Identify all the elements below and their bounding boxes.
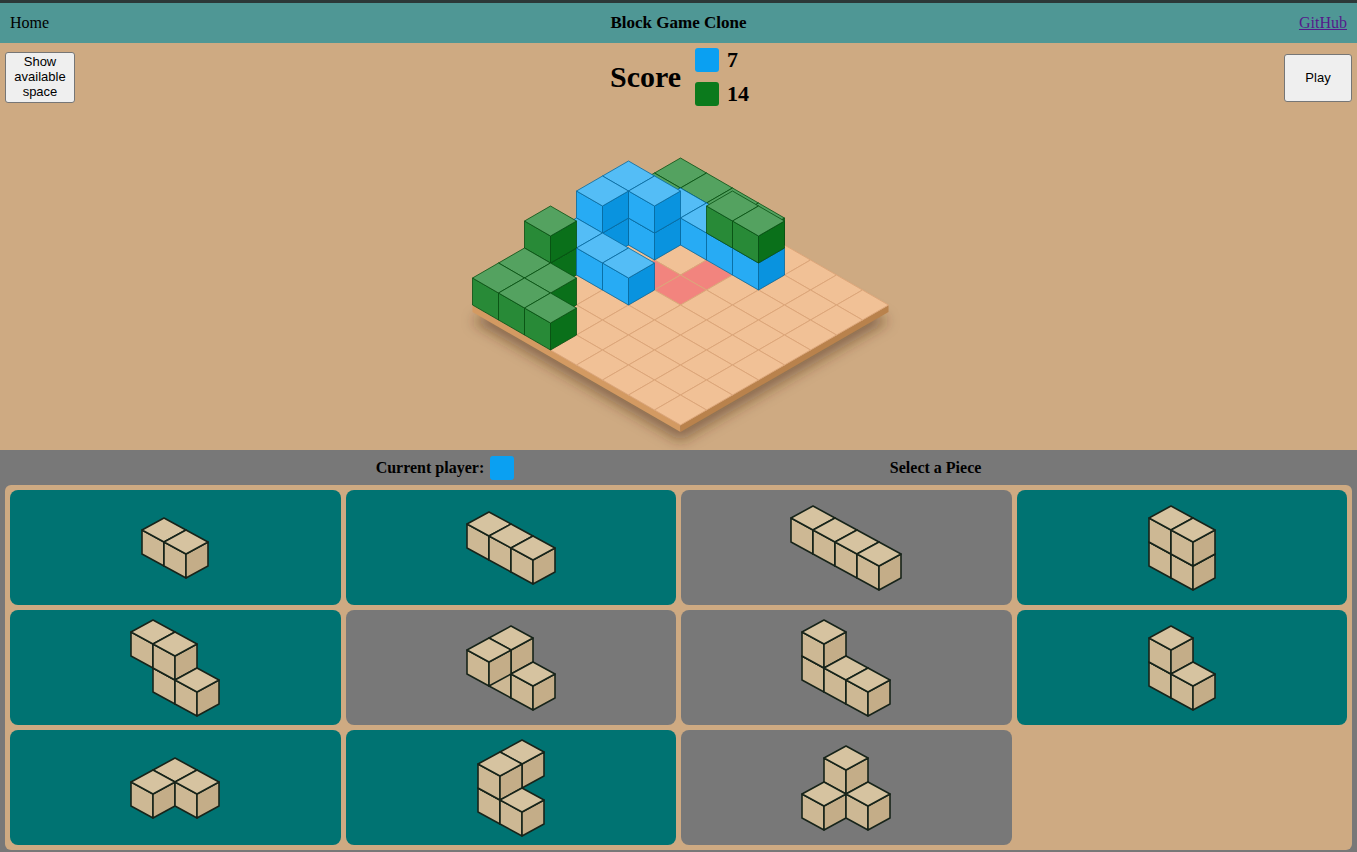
home-link[interactable]: Home (10, 14, 130, 32)
panel-header: Current player: Select a Piece (0, 450, 1357, 485)
app-title: Block Game Clone (130, 13, 1227, 33)
show-space-button[interactable]: Show available space (5, 52, 75, 103)
piece-icon (129, 756, 221, 820)
score-panel: Score 7 14 (610, 48, 749, 106)
piece-icon (465, 624, 557, 712)
score-list: 7 14 (695, 48, 749, 106)
current-player-label: Current player: (376, 459, 485, 477)
nav-bar: HomeBlock Game CloneGitHub (0, 0, 1357, 43)
piece-icon (1147, 504, 1217, 592)
piece-card[interactable] (346, 490, 677, 605)
piece-card[interactable] (346, 610, 677, 725)
piece-panel: Current player: Select a Piece (0, 450, 1357, 852)
play-button[interactable]: Play (1284, 54, 1352, 102)
board-surface (472, 185, 888, 425)
piece-card[interactable] (681, 730, 1012, 845)
player-swatch (695, 48, 719, 72)
game-stage: Show available space Score 7 14 Play (0, 43, 1357, 450)
piece-icon (129, 618, 221, 718)
game-board[interactable] (439, 120, 919, 450)
board-edge (472, 305, 680, 432)
piece-card[interactable] (10, 610, 341, 725)
piece-card[interactable] (10, 490, 341, 605)
piece-icon (800, 744, 892, 832)
score-label: Score (610, 60, 681, 94)
board-tile[interactable] (654, 395, 706, 425)
piece-card[interactable] (681, 610, 1012, 725)
board-cube (628, 176, 680, 233)
board-shadow (472, 205, 888, 441)
piece-grid (5, 485, 1352, 850)
github-link[interactable]: GitHub (1227, 14, 1347, 32)
piece-icon (800, 618, 892, 718)
player-swatch (695, 82, 719, 106)
score-row: 14 (695, 82, 749, 106)
piece-card[interactable] (10, 730, 341, 845)
score-row: 7 (695, 48, 749, 72)
piece-icon (789, 504, 903, 592)
score-value: 14 (727, 83, 749, 105)
piece-card[interactable] (681, 490, 1012, 605)
piece-icon (476, 738, 546, 838)
piece-card[interactable] (346, 730, 677, 845)
piece-card[interactable] (1017, 490, 1348, 605)
score-value: 7 (727, 49, 738, 71)
piece-card[interactable] (1017, 610, 1348, 725)
piece-icon (465, 510, 557, 586)
app: HomeBlock Game CloneGitHub Show available… (0, 0, 1357, 852)
board-edge (680, 305, 888, 432)
board-cube (524, 293, 576, 350)
board-cube (602, 248, 654, 305)
piece-icon (1147, 624, 1217, 712)
select-prompt: Select a Piece (890, 459, 982, 477)
board-cube (732, 206, 784, 263)
top-row: Show available space Score 7 14 Play (0, 52, 1357, 120)
piece-icon (140, 516, 210, 580)
current-player-swatch (490, 456, 514, 480)
current-player: Current player: (376, 456, 515, 480)
